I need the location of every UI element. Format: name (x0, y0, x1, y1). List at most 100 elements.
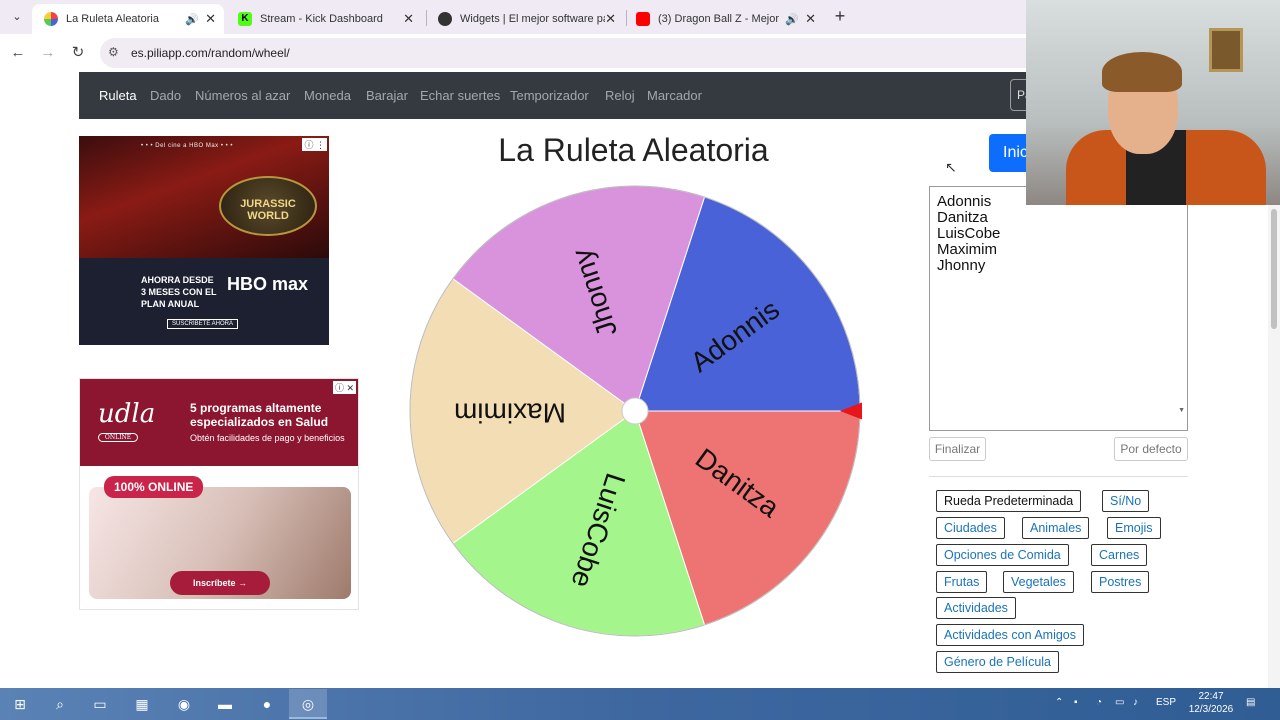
preset-actividades[interactable]: Actividades (936, 597, 1016, 619)
preset-animales[interactable]: Animales (1022, 517, 1090, 539)
udla-ad[interactable]: udla ONLINE 5 programas altamente especi… (79, 378, 359, 610)
address-bar[interactable]: ⚙ es.piliapp.com/random/wheel/ (100, 38, 1140, 68)
close-tab-icon[interactable]: ✕ (403, 11, 414, 27)
clock-time: 22:47 (1198, 691, 1224, 702)
obs-icon[interactable]: ● (256, 693, 278, 715)
speaker-icon[interactable]: 🔊 (785, 13, 799, 26)
close-tab-icon[interactable]: ✕ (205, 11, 216, 27)
nav-link-echar-suertes[interactable]: Echar suertes (420, 88, 500, 103)
tab-title: La Ruleta Aleatoria (66, 13, 159, 25)
widgets-favicon-icon (438, 12, 452, 26)
preset-genero-pelicula[interactable]: Género de Película (936, 651, 1060, 673)
preset-emojis[interactable]: Emojis (1107, 517, 1161, 539)
name-line: LuisCobe (937, 225, 1001, 242)
page-scrollbar[interactable] (1268, 204, 1280, 688)
ad-offer-panel: AHORRA DESDE 3 MESES CON EL PLAN ANUAL H… (79, 258, 329, 345)
hbo-max-logo: HBO max (227, 274, 309, 294)
tab-widgets[interactable]: Widgets | El mejor software para ✕ (426, 4, 624, 34)
name-line: Jhonny (937, 257, 986, 274)
preset-vegetales[interactable]: Vegetales (1003, 571, 1074, 593)
battery-icon[interactable]: ▭ (1115, 697, 1124, 708)
nav-link-dado[interactable]: Dado (150, 88, 181, 103)
tray-chevron-icon[interactable]: ⌃ (1055, 697, 1063, 708)
nav-link-barajar[interactable]: Barajar (366, 88, 408, 103)
ad-offer-text: AHORRA DESDE 3 MESES CON EL PLAN ANUAL (141, 275, 217, 309)
preset-carnes[interactable]: Carnes (1091, 544, 1148, 566)
nav-link-numeros[interactable]: Números al azar (195, 88, 290, 103)
finalize-button[interactable]: Finalizar (929, 437, 986, 461)
divider (929, 476, 1188, 477)
streamer-hair (1102, 52, 1182, 92)
ad-close-icon[interactable]: ⓘ ✕ (332, 381, 356, 394)
ad-badge: 100% ONLINE (104, 476, 204, 498)
youtube-favicon-icon (636, 12, 650, 26)
preset-frutas[interactable]: Frutas (936, 571, 988, 593)
tab-title: Widgets | El mejor software para (460, 13, 606, 25)
tab-title: (3) Dragon Ball Z - Mejor M (658, 13, 780, 25)
preset-opciones-comida[interactable]: Opciones de Comida (936, 544, 1069, 566)
nav-link-marcador[interactable]: Marcador (647, 88, 702, 103)
ad-subline: Obtén facilidades de pago y beneficios (190, 433, 345, 443)
preset-postres[interactable]: Postres (1091, 571, 1150, 593)
preset-actividades-amigos[interactable]: Actividades con Amigos (936, 624, 1085, 646)
tab-youtube-dragon-ball[interactable]: (3) Dragon Ball Z - Mejor M 🔊 ✕ (624, 4, 824, 34)
jurassic-world-logo: JURASSIC WORLD (219, 176, 317, 236)
wheel-segment-label: Maximim (454, 398, 566, 429)
wheel-favicon-icon (44, 12, 58, 26)
clock-date: 12/3/2026 (1188, 704, 1234, 715)
hbo-max-ad[interactable]: • • • Del cine a HBO Max • • • JURASSIC … (79, 136, 329, 345)
language-indicator[interactable]: ESP (1156, 697, 1176, 708)
nav-link-ruleta[interactable]: Ruleta (99, 88, 137, 103)
new-tab-icon[interactable]: + (830, 6, 850, 26)
task-view-icon[interactable]: ▭ (89, 693, 111, 715)
mouse-cursor-icon: ↖ (945, 159, 957, 175)
volume-icon[interactable]: ♪ (1133, 697, 1138, 708)
default-button[interactable]: Por defecto (1114, 437, 1188, 461)
close-tab-icon[interactable]: ✕ (605, 11, 616, 27)
preset-ciudades[interactable]: Ciudades (936, 517, 1005, 539)
ad-logo-text: udla (98, 399, 156, 429)
roulette-wheel[interactable]: Adonnis Danitza LuisCobe Maximim Jhonny (408, 184, 866, 638)
wifi-icon[interactable]: ◔ (1096, 697, 1102, 708)
ad-logo-text: JURASSIC WORLD (240, 198, 296, 222)
textarea-resize-icon[interactable]: ▼ (1178, 407, 1185, 414)
name-line: Danitza (937, 209, 988, 226)
nav-link-moneda[interactable]: Moneda (304, 88, 351, 103)
file-explorer-icon[interactable]: ▬ (214, 693, 236, 715)
ad-info-icon[interactable]: ⓘ ⋮ (302, 138, 327, 151)
ad-subscribe-button[interactable]: SUSCRÍBETE AHORA (167, 319, 239, 329)
windows-start-icon[interactable]: ⊞ (9, 693, 31, 715)
ad-signup-button[interactable]: Inscríbete → (170, 571, 270, 595)
discord-icon[interactable]: ◉ (173, 693, 195, 715)
kick-favicon-icon: K (238, 12, 252, 26)
tab-kick-dashboard[interactable]: K Stream - Kick Dashboard ✕ (226, 4, 422, 34)
wheel-svg: AdonnisDanitzaLuisCobeMaximimJhonny (409, 185, 866, 637)
nav-link-temporizador[interactable]: Temporizador (510, 88, 589, 103)
reload-icon[interactable]: ↻ (68, 43, 88, 63)
speaker-icon[interactable]: 🔊 (185, 13, 199, 26)
scrollbar-thumb[interactable] (1271, 209, 1277, 329)
tab-ruleta[interactable]: La Ruleta Aleatoria 🔊 ✕ (32, 4, 224, 34)
site-info-icon[interactable]: ⚙ (108, 45, 119, 59)
page-title: La Ruleta Aleatoria (498, 132, 769, 168)
system-clock[interactable]: 22:47 12/3/2026 (1186, 690, 1236, 716)
preset-si-no[interactable]: Sí/No (1102, 490, 1150, 512)
notifications-icon[interactable]: ▤ (1246, 697, 1255, 708)
close-tab-icon[interactable]: ✕ (805, 11, 816, 27)
tab-search-chevron-icon[interactable]: ⌄ (6, 6, 28, 28)
search-icon[interactable]: ⌕ (49, 693, 71, 715)
chrome-icon[interactable]: ◎ (297, 693, 319, 715)
wall-portrait (1209, 28, 1243, 72)
site-navbar: Ruleta Dado Números al azar Moneda Baraj… (79, 72, 1050, 119)
store-icon[interactable]: ▦ (131, 693, 153, 715)
ad-hero-image: • • • Del cine a HBO Max • • • JURASSIC … (79, 136, 329, 258)
udla-logo: udla ONLINE (98, 399, 155, 442)
preset-rueda-predeterminada[interactable]: Rueda Predeterminada (936, 490, 1082, 512)
forward-arrow-icon[interactable]: → (38, 43, 58, 63)
back-arrow-icon[interactable]: ← (8, 43, 28, 63)
url-text: es.piliapp.com/random/wheel/ (131, 46, 290, 60)
nav-link-reloj[interactable]: Reloj (605, 88, 635, 103)
names-textarea[interactable]: Adonnis Danitza LuisCobe Maximim Jhonny … (929, 186, 1188, 431)
tray-app-icon[interactable]: ▪ (1074, 697, 1078, 708)
wheel-center-hub (621, 397, 649, 425)
